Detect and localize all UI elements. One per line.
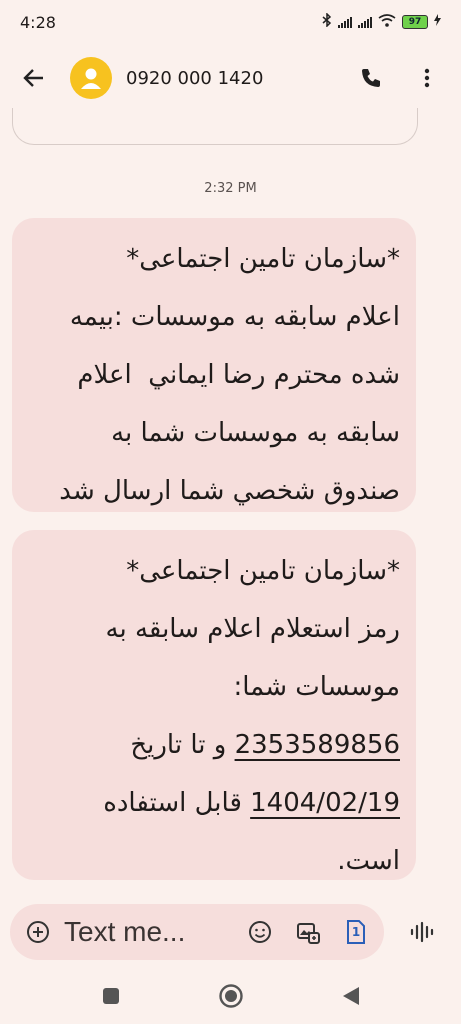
status-time: 4:28 — [20, 12, 56, 32]
status-bar: 4:28 97 — [0, 0, 461, 44]
message-line: 2353589856 و تا تاريخ — [30, 716, 400, 774]
add-circle-icon[interactable] — [20, 914, 56, 950]
signal-icon — [338, 16, 352, 28]
sim-1-icon[interactable]: 1 — [338, 914, 374, 950]
message-line: شده محترم رضا ايماني اعلام — [77, 360, 400, 390]
system-nav-bar — [0, 968, 461, 1024]
message-text: و تا تاريخ — [130, 730, 235, 760]
message-line: صندوق شخصي شما ارسال شد — [59, 476, 400, 506]
recents-square-icon[interactable] — [91, 976, 131, 1016]
message-line: *سازمان تامین اجتماعی* — [126, 244, 400, 274]
message-line: رمز استعلام اعلام سابقه به — [105, 614, 400, 644]
message-line: *سازمان تامین اجتماعی* — [126, 556, 400, 586]
back-arrow-icon[interactable] — [14, 58, 54, 98]
battery-icon: 97 — [402, 15, 428, 29]
charging-icon — [434, 14, 441, 30]
back-triangle-icon[interactable] — [331, 976, 371, 1016]
conversation-header: 0920 000 1420 — [0, 44, 461, 112]
date-link[interactable]: 1404/02/19 — [250, 788, 400, 818]
contact-number[interactable]: 0920 000 1420 — [126, 68, 351, 89]
previous-message-bubble — [12, 108, 418, 145]
message-input[interactable]: Text me... — [64, 916, 242, 948]
sim-number: 1 — [351, 925, 361, 939]
status-icons: 97 — [322, 12, 441, 31]
message-line: موسسات شما: — [233, 672, 401, 702]
bluetooth-icon — [322, 12, 332, 31]
more-vert-icon[interactable] — [407, 58, 447, 98]
home-circle-icon[interactable] — [211, 976, 251, 1016]
phone-icon[interactable] — [351, 58, 391, 98]
signal-icon — [358, 16, 372, 28]
message-line: سابقه به موسسات شما به — [111, 418, 400, 448]
message-timestamp: 2:32 PM — [204, 181, 257, 196]
message-text: قابل استفاده — [103, 788, 251, 818]
code-link[interactable]: 2353589856 — [235, 730, 400, 760]
emoji-icon[interactable] — [242, 914, 278, 950]
message-composer: Text me... 1 — [10, 904, 384, 960]
voice-wave-icon[interactable] — [398, 908, 446, 956]
message-line: 1404/02/19 قابل استفاده — [30, 774, 400, 832]
message-bubble[interactable]: *سازمان تامین اجتماعی* اعلام سابقه به مو… — [12, 218, 416, 512]
message-line: است. — [337, 846, 400, 876]
wifi-icon — [378, 13, 396, 31]
gallery-icon[interactable] — [290, 914, 326, 950]
message-bubble[interactable]: *سازمان تامین اجتماعی* رمز استعلام اعلام… — [12, 530, 416, 880]
avatar-icon[interactable] — [70, 57, 112, 99]
message-line: اعلام سابقه به موسسات :بيمه — [69, 302, 400, 332]
